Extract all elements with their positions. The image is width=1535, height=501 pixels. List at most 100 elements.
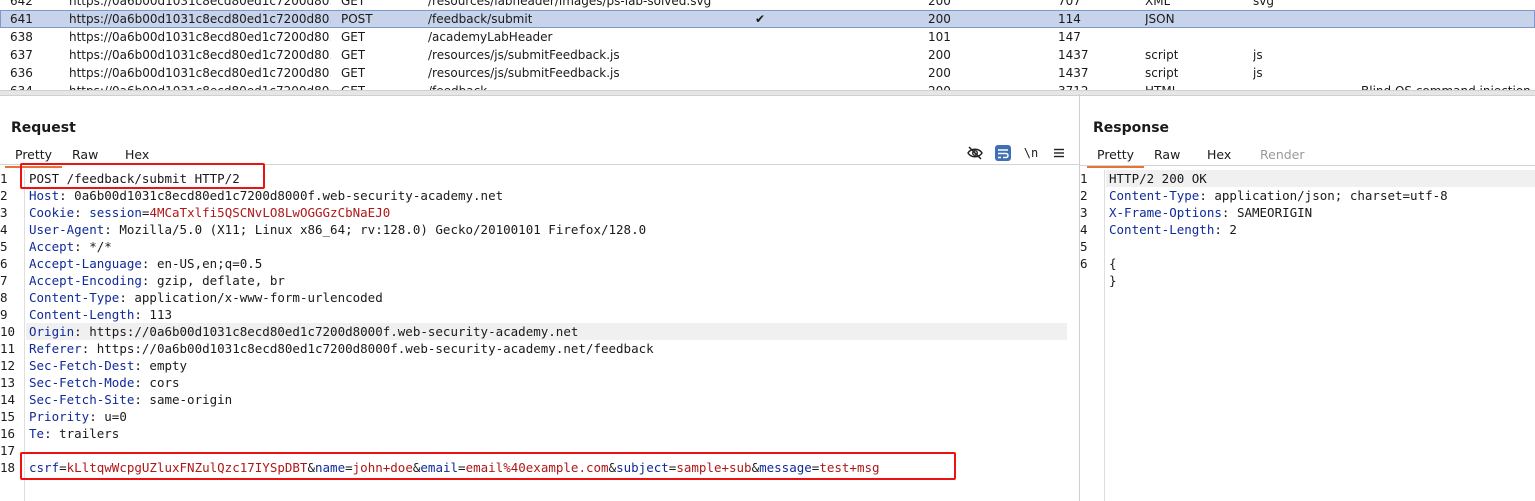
header-colon: : (44, 426, 60, 441)
line-number: 6 (1080, 256, 1088, 271)
history-cell-url: /academyLabHeader (428, 30, 553, 44)
line-number: 5 (1080, 239, 1088, 254)
header-name: Te (29, 426, 45, 441)
history-cell-num: 636 (10, 66, 33, 80)
history-cell-url: /resources/js/submitFeedback.js (428, 48, 620, 62)
history-row[interactable]: 637 https://0a6b00d1031c8ecd80ed1c7200d80… (0, 46, 1535, 64)
eye-slash-icon[interactable] (967, 145, 983, 161)
history-cell-url: /resources/labheader/images/ps-lab-solve… (428, 0, 712, 8)
header-colon: : (89, 409, 105, 424)
code-line: Sec-Fetch-Site: same-origin (29, 391, 232, 408)
history-cell-host: https://0a6b00d1031c8ecd80ed1c7200d80… (69, 12, 331, 26)
header-name: Sec-Fetch-Mode (29, 375, 135, 390)
header-colon: : (104, 222, 120, 237)
request-line-highlight-box (20, 163, 265, 189)
history-cell-host: https://0a6b00d1031c8ecd80ed1c7200d80… (69, 30, 331, 44)
code-line: Referer: https://0a6b00d1031c8ecd80ed1c7… (29, 340, 654, 357)
history-cell-host: https://0a6b00d1031c8ecd80ed1c7200d80… (69, 0, 331, 8)
header-name: Cookie (29, 205, 75, 220)
history-cell-length: 147 (1058, 30, 1081, 44)
header-value: application/json; charset=utf-8 (1214, 188, 1448, 203)
header-colon: : (134, 392, 150, 407)
request-pane-title: Request (11, 120, 76, 136)
history-cell-mime: script (1145, 48, 1179, 62)
history-cell-status: 200 (928, 0, 951, 8)
response-line-text: { (1109, 256, 1117, 271)
cookie-name: session (89, 205, 142, 220)
header-name: Accept (29, 239, 75, 254)
http-history-table: 642 https://0a6b00d1031c8ecd80ed1c7200d80… (0, 0, 1535, 90)
header-value: u=0 (104, 409, 127, 424)
header-value: application/x-www-form-urlencoded (134, 290, 383, 305)
request-body-highlight-box (20, 452, 956, 480)
history-cell-method: GET (341, 48, 366, 62)
header-value: 113 (149, 307, 172, 322)
gutter-separator (1104, 170, 1105, 501)
history-row[interactable]: 634 https://0a6b00d1031c8ecd80ed1c7200d80… (0, 82, 1535, 90)
history-cell-num: 642 (10, 0, 33, 8)
response-editor[interactable]: 1 HTTP/2 200 OK 2 Content-Type: application… (1080, 170, 1535, 501)
code-line: Accept-Encoding: gzip, deflate, br (29, 272, 285, 289)
response-line-text: HTTP/2 200 OK (1109, 171, 1207, 186)
code-line: Origin: https://0a6b00d1031c8ecd80ed1c72… (26, 323, 1067, 340)
code-line: Cookie: session=4MCaTxlfi5QSCNvLO8LwOGGG… (29, 204, 390, 221)
history-cell-url: /feedback (428, 82, 487, 90)
history-cell-status: 200 (928, 82, 951, 90)
header-name: Sec-Fetch-Dest (29, 358, 135, 373)
history-cell-title: Blind OS command injection w (1361, 82, 1535, 90)
history-row[interactable]: 641 https://0a6b00d1031c8ecd80ed1c7200d80… (0, 10, 1535, 28)
history-cell-length: 114 (1058, 12, 1081, 26)
history-row[interactable]: 638 https://0a6b00d1031c8ecd80ed1c7200d80… (0, 28, 1535, 46)
newline-toggle-button[interactable]: \n (1023, 145, 1039, 161)
response-pane-title: Response (1093, 120, 1170, 136)
history-cell-url: /feedback/submit (428, 12, 533, 26)
header-colon: : (1199, 188, 1215, 203)
history-cell-mime: JSON (1145, 12, 1175, 26)
header-name: Accept-Language (29, 256, 142, 271)
hamburger-menu-icon[interactable] (1051, 145, 1067, 161)
header-value: 2 (1229, 222, 1237, 237)
header-colon: : (119, 290, 135, 305)
header-value: https://0a6b00d1031c8ecd80ed1c7200d8000f… (89, 324, 579, 339)
code-line: Host: 0a6b00d1031c8ecd80ed1c7200d8000f.w… (29, 187, 503, 204)
response-line-text: } (1109, 273, 1117, 288)
history-cell-mime: HTML (1145, 82, 1178, 90)
header-name: Content-Type (1109, 188, 1200, 203)
line-number: 16 (0, 426, 16, 441)
header-name: Content-Type (29, 290, 120, 305)
code-line: Te: trailers (29, 425, 119, 442)
code-line: Accept: */* (29, 238, 112, 255)
header-name: User-Agent (29, 222, 105, 237)
header-colon: : (134, 375, 150, 390)
history-cell-status: 101 (928, 30, 951, 44)
header-colon: : (74, 239, 90, 254)
history-cell-length: 707 (1058, 0, 1081, 8)
history-cell-mime: script (1145, 66, 1179, 80)
header-name: Content-Length (29, 307, 135, 322)
code-line: } (1109, 272, 1117, 289)
code-line: { (1109, 255, 1117, 272)
history-cell-host: https://0a6b00d1031c8ecd80ed1c7200d80… (69, 82, 331, 90)
pane-splitter[interactable] (0, 90, 1535, 96)
header-value: 0a6b00d1031c8ecd80ed1c7200d8000f.web-sec… (74, 188, 504, 203)
history-row[interactable]: 642 https://0a6b00d1031c8ecd80ed1c7200d80… (0, 0, 1535, 10)
history-cell-length: 3712 (1058, 82, 1089, 90)
history-cell-ext: js (1253, 66, 1263, 80)
header-name: Host (29, 188, 60, 203)
header-name: Sec-Fetch-Site (29, 392, 135, 407)
line-number: 5 (0, 239, 8, 254)
header-colon: : (134, 307, 150, 322)
code-line: Content-Length: 113 (29, 306, 172, 323)
code-line: User-Agent: Mozilla/5.0 (X11; Linux x86_… (29, 221, 646, 238)
history-cell-status: 200 (928, 48, 951, 62)
header-value: trailers (59, 426, 120, 441)
header-name: Referer (29, 341, 82, 356)
history-row[interactable]: 636 https://0a6b00d1031c8ecd80ed1c7200d80… (0, 64, 1535, 82)
word-wrap-icon[interactable] (995, 145, 1011, 161)
history-cell-edited: ✔ (755, 12, 766, 26)
header-value: same-origin (149, 392, 233, 407)
header-value: Mozilla/5.0 (X11; Linux x86_64; rv:128.0… (119, 222, 647, 237)
code-line: Accept-Language: en-US,en;q=0.5 (29, 255, 262, 272)
history-cell-method: GET (341, 30, 366, 44)
history-cell-status: 200 (928, 12, 951, 26)
